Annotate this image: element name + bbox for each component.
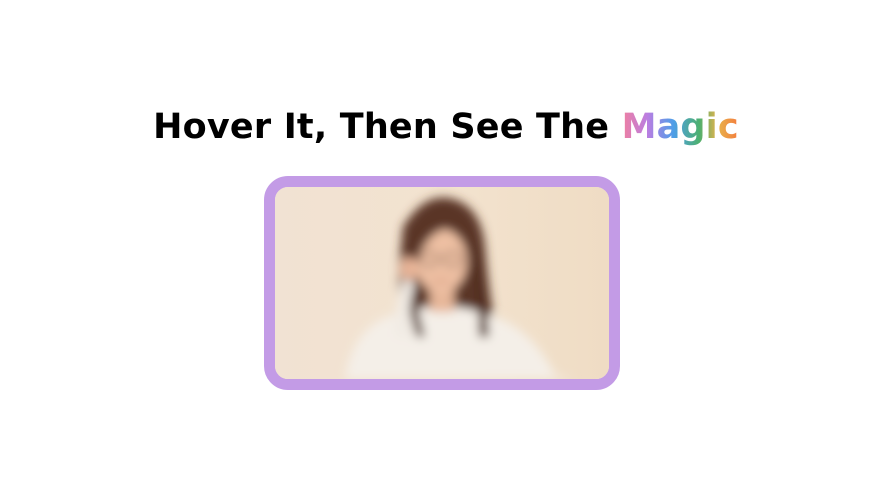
hover-image-card[interactable]	[264, 176, 620, 390]
page: Hover It, Then See The Magic	[0, 0, 892, 493]
title-highlight-magic: Magic	[621, 107, 739, 147]
blurred-portrait-image	[275, 187, 609, 379]
title-prefix: Hover It, Then See The	[153, 107, 622, 147]
page-title: Hover It, Then See The Magic	[0, 104, 892, 150]
